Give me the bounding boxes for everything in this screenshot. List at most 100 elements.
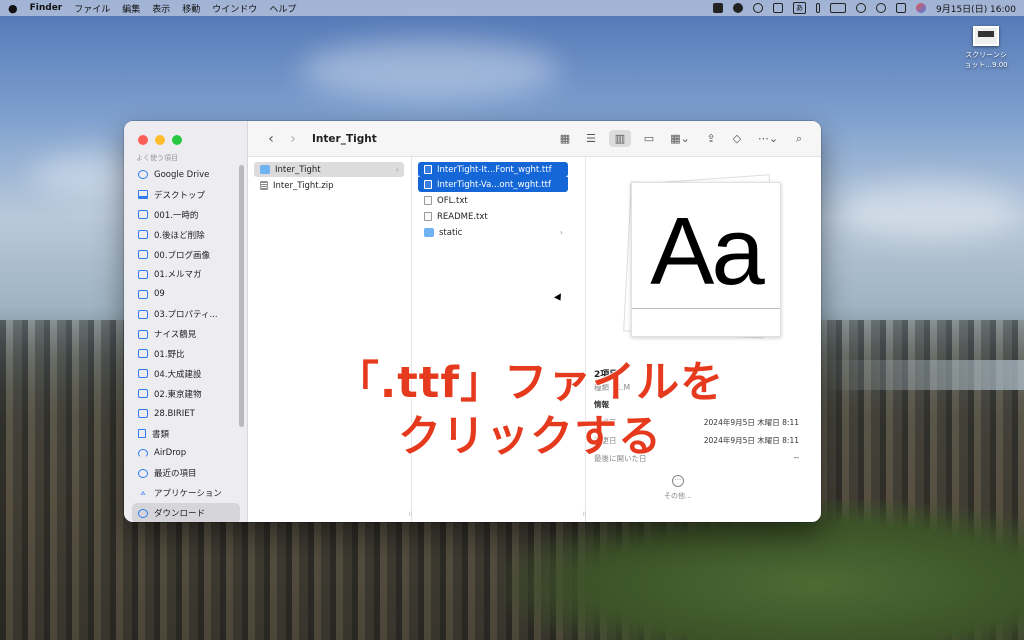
search-icon[interactable]: ⌕ — [791, 132, 807, 145]
clock[interactable]: 9月15日(日) 16:00 — [936, 2, 1016, 15]
menu-help[interactable]: ヘルプ — [269, 2, 296, 15]
sidebar-item[interactable]: 最近の項目 — [132, 463, 240, 483]
folder-icon — [138, 269, 148, 279]
column-view-icon[interactable]: ▥ — [609, 130, 631, 147]
item-label: InterTight-It...Font_wght.ttf — [437, 164, 552, 175]
folder-icon — [260, 165, 270, 174]
tag-icon[interactable]: ◇ — [729, 132, 745, 145]
back-button[interactable]: ‹ — [260, 131, 282, 147]
column2-item-ofl[interactable]: OFL.txt — [418, 193, 568, 208]
river-background — [824, 360, 1024, 390]
column1-item-inter-tight-folder[interactable]: Inter_Tight › — [254, 162, 404, 177]
menu-window[interactable]: ウインドウ — [212, 2, 257, 15]
folder-icon — [138, 230, 148, 240]
column2-item-font-variable[interactable]: InterTight-Va...ont_wght.ttf — [418, 177, 568, 192]
bluetooth-icon[interactable] — [816, 3, 820, 13]
sidebar-item[interactable]: Google Drive — [132, 165, 240, 185]
column2-item-readme[interactable]: README.txt — [418, 209, 568, 224]
menu-go[interactable]: 移動 — [182, 2, 200, 15]
item-label: Inter_Tight.zip — [273, 180, 334, 191]
sidebar-item[interactable]: 28.BIRIET — [132, 404, 240, 424]
play-icon[interactable] — [753, 3, 763, 13]
folder-icon — [138, 329, 148, 339]
share-icon[interactable]: ⇪ — [703, 132, 719, 145]
sidebar-item-label: 04.大成建設 — [154, 369, 202, 380]
screenshot-thumbnail-icon — [973, 26, 999, 46]
item-label: InterTight-Va...ont_wght.ttf — [437, 179, 551, 190]
sidebar-item[interactable]: ⟑ アプリケーション — [132, 483, 240, 503]
minimize-window-button[interactable] — [155, 135, 165, 145]
sidebar-item[interactable]: 書類 — [132, 424, 240, 444]
forward-button[interactable]: › — [282, 131, 304, 147]
sidebar-item[interactable]: 09 — [132, 284, 240, 304]
input-source-indicator[interactable]: あ — [793, 2, 806, 14]
sidebar-item[interactable]: 02.東京建物 — [132, 384, 240, 404]
sidebar-item-label: 書類 — [152, 429, 170, 440]
sidebar-item[interactable]: 001.一時的 — [132, 205, 240, 225]
line-icon[interactable] — [733, 3, 743, 13]
more-button[interactable]: ··· その他... — [664, 475, 692, 501]
desktop-file-label: スクリーンシ ョット...9.00 — [964, 51, 1008, 69]
siri-icon[interactable] — [916, 3, 926, 13]
close-window-button[interactable] — [138, 135, 148, 145]
zoom-window-button[interactable] — [172, 135, 182, 145]
sidebar-item-label: 00.ブログ画像 — [154, 250, 211, 261]
sidebar-item-label: ナイス鶴見 — [154, 330, 197, 341]
sidebar-item[interactable]: ナイス鶴見 — [132, 324, 240, 344]
battery-icon[interactable] — [830, 3, 846, 13]
preview-glyph: Aa — [650, 198, 764, 305]
clipboard-icon[interactable] — [773, 3, 783, 13]
column2-item-static-folder[interactable]: static › — [418, 225, 568, 240]
apple-icon[interactable]: ● — [8, 2, 18, 15]
sidebar-item[interactable]: ダウンロード — [132, 503, 240, 522]
font-file-icon — [424, 165, 432, 174]
font-preview: Aa — [621, 174, 781, 339]
menu-file[interactable]: ファイル — [74, 2, 110, 15]
item-label: Inter_Tight — [275, 164, 321, 175]
drive-sync-icon[interactable] — [713, 3, 723, 13]
more-actions-icon[interactable]: ⋯⌄ — [755, 132, 781, 145]
folder-icon — [138, 309, 148, 319]
baseline — [632, 308, 780, 309]
sidebar-item[interactable]: 04.大成建設 — [132, 364, 240, 384]
status-area: あ 9月15日(日) 16:00 — [713, 2, 1016, 15]
folder-icon — [424, 228, 434, 237]
sidebar-item-label: 0.後ほど削除 — [154, 230, 205, 241]
menu-view[interactable]: 表示 — [152, 2, 170, 15]
annotation-line-1: 「.ttf」ファイルを — [335, 357, 725, 409]
sidebar-item[interactable]: デスクトップ — [132, 185, 240, 205]
menu-app-name[interactable]: Finder — [30, 3, 63, 13]
window-controls — [138, 135, 182, 145]
folder-icon — [138, 289, 148, 299]
ellipsis-icon: ··· — [671, 475, 684, 487]
sidebar-item[interactable]: 00.ブログ画像 — [132, 245, 240, 265]
sidebar-item[interactable]: AirDrop — [132, 443, 240, 463]
sidebar-item-label: AirDrop — [154, 448, 187, 459]
sidebar-item[interactable]: 03.プロパティ... — [132, 304, 240, 324]
control-center-icon[interactable] — [896, 3, 906, 13]
window-title: Inter_Tight — [312, 132, 377, 145]
column1-item-zip[interactable]: Inter_Tight.zip — [254, 178, 404, 193]
menu-edit[interactable]: 編集 — [122, 2, 140, 15]
gallery-view-icon[interactable]: ▭ — [641, 132, 657, 145]
wifi-icon[interactable] — [856, 3, 866, 13]
item-label: static — [439, 227, 463, 238]
download-icon — [138, 508, 148, 518]
list-view-icon[interactable]: ☰ — [583, 132, 599, 145]
folder-icon — [138, 389, 148, 399]
icon-view-icon[interactable]: ▦ — [557, 132, 573, 145]
text-file-icon — [424, 212, 432, 221]
document-icon — [138, 429, 146, 439]
desktop-screenshot-file[interactable]: スクリーンシ ョット...9.00 — [956, 26, 1016, 70]
sidebar-item-label: 01.メルマガ — [154, 270, 202, 281]
spotlight-icon[interactable] — [876, 3, 886, 13]
sidebar-item-label: アプリケーション — [154, 489, 222, 500]
sidebar-item[interactable]: 01.野比 — [132, 344, 240, 364]
column2-item-font-italic[interactable]: InterTight-It...Font_wght.ttf — [418, 162, 568, 177]
group-icon[interactable]: ▦⌄ — [667, 132, 693, 145]
sidebar-section-favorites: よく使う項目 — [136, 154, 178, 162]
sidebar-item[interactable]: 01.メルマガ — [132, 264, 240, 284]
sidebar-item-label: Google Drive — [154, 169, 210, 180]
sidebar-scrollbar[interactable] — [239, 165, 244, 427]
sidebar-item[interactable]: 0.後ほど削除 — [132, 225, 240, 245]
